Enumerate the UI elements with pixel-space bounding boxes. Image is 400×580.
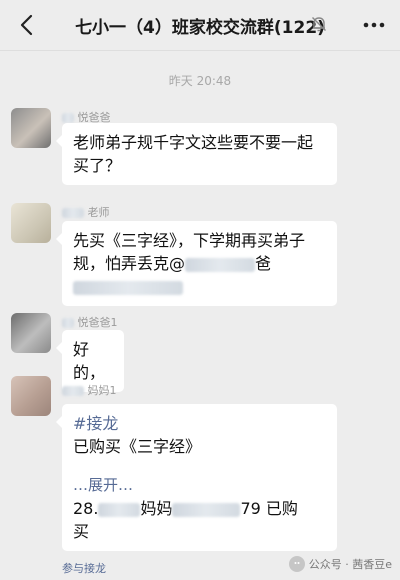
message-text: 买 [73,522,90,541]
sender-name: 老师 [62,204,110,220]
join-relay-link[interactable]: 参与接龙 [62,560,106,576]
watermark: 公众号 · 茜香豆e [288,556,392,572]
sender-name: 妈妈1 [62,382,117,398]
message-text: 79 已购 [240,499,298,518]
wechat-logo-icon [288,556,305,572]
message-text: 爸 [255,254,272,273]
more-dots-icon[interactable] [360,12,388,38]
message-text: 先买《三字经》，下学期再买弟子 [73,231,306,250]
relay-message-bubble[interactable]: #接龙 已购买《三字经》 …展开… 28. 妈妈 79 已购 买 [56,404,337,551]
chat-title: 七小一（4）班家校交流群(122) [75,17,325,38]
avatar[interactable] [11,376,51,416]
relay-hashtag[interactable]: #接龙 [73,412,326,435]
message-text: 28. [73,499,99,518]
sender-name: 悦爸爸1 [62,314,118,330]
message-text: 老师弟子规千字文这些要不要一起买了？ [73,133,314,175]
message-text: 已购买《三字经》 [73,437,202,456]
mute-bell-icon [310,15,328,33]
message-text: 妈妈 [140,499,173,518]
avatar[interactable] [11,313,51,353]
chat-header: 七小一（4）班家校交流群(122) [0,0,400,51]
message-text: 好的， [73,340,106,382]
message-text: 规，怕弄丢克@ [73,254,186,273]
expand-link[interactable]: …展开… [73,474,326,497]
message-bubble[interactable]: 老师弟子规千字文这些要不要一起买了？ [56,123,337,185]
message-timestamp: 昨天 20:48 [168,74,232,88]
message-bubble[interactable]: 先买《三字经》，下学期再买弟子 规，怕弄丢克@ 爸 [56,221,337,306]
watermark-text: 公众号 · 茜香豆e [308,558,392,571]
avatar[interactable] [11,108,51,148]
back-arrow-icon[interactable] [12,10,40,40]
avatar[interactable] [11,203,51,243]
